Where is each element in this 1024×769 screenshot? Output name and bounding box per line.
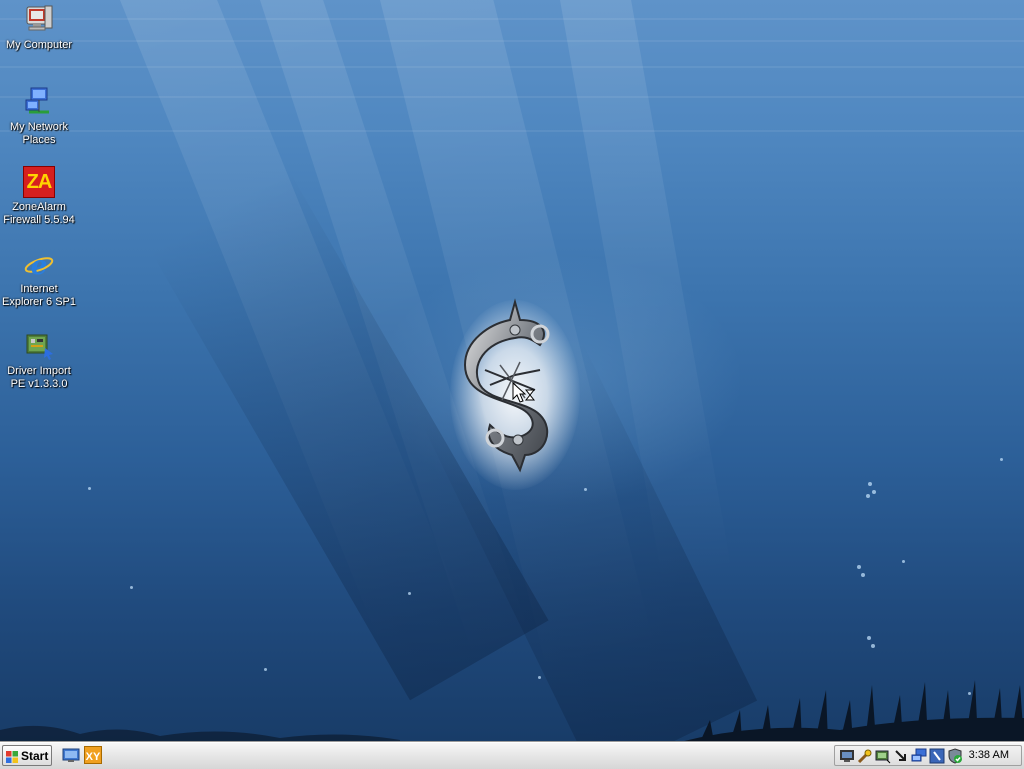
my-network-places-label: My Network Places: [9, 121, 69, 146]
internet-explorer-shortcut[interactable]: e Internet Explorer 6 SP1: [0, 248, 78, 309]
start-button[interactable]: Start: [2, 745, 52, 766]
network-card-icon[interactable]: [875, 748, 891, 764]
taskbar-clock[interactable]: 3:38 AM: [969, 749, 1009, 761]
driver-import-shortcut[interactable]: Driver Import PE v1.3.3.0: [0, 330, 78, 391]
seagrass-decoration: [0, 680, 1024, 742]
zonealarm-label: ZoneAlarm Firewall 5.5.94: [3, 201, 75, 226]
busy-cursor-icon: [512, 381, 536, 411]
start-label: Start: [21, 748, 49, 763]
my-network-places-shortcut[interactable]: My Network Places: [0, 86, 78, 147]
my-computer-shortcut[interactable]: My Computer: [0, 4, 78, 52]
system-tray: 3:38 AM: [834, 745, 1022, 766]
checkmark-shield-icon[interactable]: [947, 748, 963, 764]
network-computers-icon[interactable]: [911, 748, 927, 764]
internet-explorer-icon: e: [23, 248, 55, 281]
internet-explorer-label: Internet Explorer 6 SP1: [2, 283, 76, 308]
arrow-down-icon[interactable]: [893, 748, 909, 764]
taskbar: Start XY 3:38 AM: [0, 742, 1024, 769]
svg-text:e: e: [31, 251, 48, 280]
tools-icon[interactable]: [857, 748, 873, 764]
monitor-icon[interactable]: [839, 748, 855, 764]
xy-app-icon[interactable]: XY: [84, 746, 102, 764]
driver-import-label: Driver Import PE v1.3.3.0: [7, 365, 71, 390]
zonealarm-shortcut[interactable]: ZA ZoneAlarm Firewall 5.5.94: [0, 166, 78, 227]
zonealarm-logo-text: ZA: [26, 171, 53, 193]
network-places-icon: [23, 86, 55, 118]
my-computer-icon: [23, 4, 55, 36]
show-desktop-icon[interactable]: [62, 746, 80, 764]
driver-import-icon: [23, 330, 55, 362]
windows-logo-icon: [6, 750, 18, 763]
security-shield-icon[interactable]: [929, 748, 945, 764]
my-computer-label: My Computer: [5, 39, 73, 51]
desktop-wallpaper: My Computer My Network Places ZA ZoneAla…: [0, 0, 1024, 742]
xy-app-text: XY: [85, 751, 101, 763]
zonealarm-icon: ZA: [23, 166, 55, 198]
